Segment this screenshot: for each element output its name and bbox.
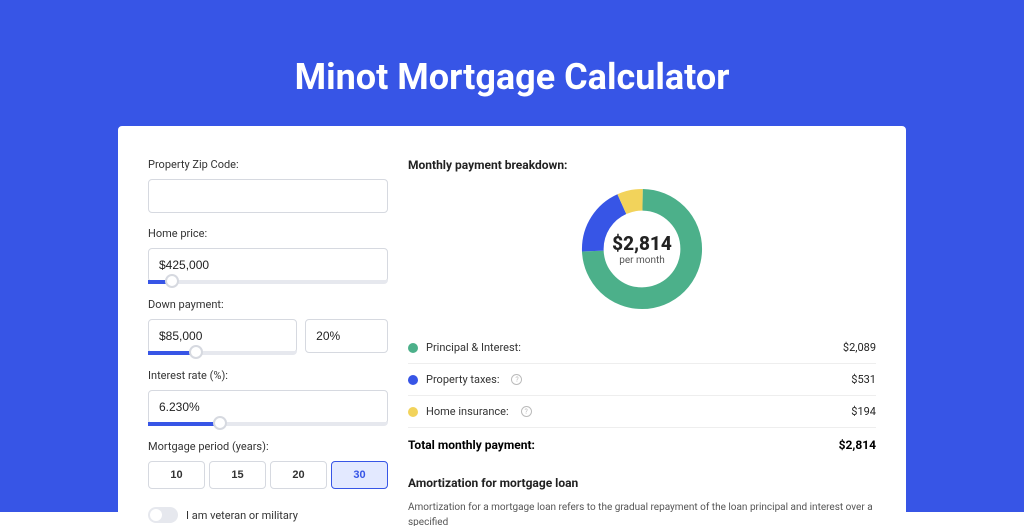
breakdown-panel: Monthly payment breakdown: $2,814 per mo…	[408, 158, 876, 526]
veteran-toggle[interactable]	[148, 507, 178, 523]
legend-value: $531	[851, 373, 876, 386]
info-icon[interactable]: ?	[521, 406, 532, 417]
legend-value: $194	[851, 405, 876, 418]
down-amount-input[interactable]	[148, 319, 297, 353]
legend-row-principal: Principal & Interest: $2,089	[408, 332, 876, 364]
rate-slider[interactable]	[148, 422, 388, 426]
price-input[interactable]	[148, 248, 388, 282]
period-btn-10[interactable]: 10	[148, 461, 205, 489]
price-label: Home price:	[148, 227, 388, 240]
breakdown-heading: Monthly payment breakdown:	[408, 158, 876, 172]
total-row: Total monthly payment: $2,814	[408, 428, 876, 466]
dot-icon-yellow	[408, 407, 418, 417]
form-panel: Property Zip Code: Home price: Down paym…	[148, 158, 388, 526]
down-slider[interactable]	[148, 351, 297, 355]
zip-input[interactable]	[148, 179, 388, 213]
donut-chart: $2,814 per month	[408, 184, 876, 314]
rate-input[interactable]	[148, 390, 388, 424]
period-btn-20[interactable]: 20	[270, 461, 327, 489]
legend-label: Principal & Interest:	[426, 341, 521, 354]
period-group: 10 15 20 30	[148, 461, 388, 489]
page-title: Minot Mortgage Calculator	[0, 0, 1024, 126]
rate-label: Interest rate (%):	[148, 369, 388, 382]
veteran-label: I am veteran or military	[186, 509, 298, 522]
amort-heading: Amortization for mortgage loan	[408, 476, 876, 490]
period-label: Mortgage period (years):	[148, 440, 388, 453]
hero-section: Minot Mortgage Calculator Property Zip C…	[0, 0, 1024, 512]
calculator-card: Property Zip Code: Home price: Down paym…	[118, 126, 906, 526]
total-label: Total monthly payment:	[408, 438, 535, 452]
period-btn-30[interactable]: 30	[331, 461, 388, 489]
legend-label: Home insurance:	[426, 405, 509, 418]
donut-center-sub: per month	[619, 255, 665, 266]
amort-text: Amortization for a mortgage loan refers …	[408, 500, 876, 526]
legend-value: $2,089	[843, 341, 876, 354]
dot-icon-green	[408, 343, 418, 353]
price-slider[interactable]	[148, 280, 388, 284]
legend-label: Property taxes:	[426, 373, 499, 386]
donut-center-value: $2,814	[612, 232, 672, 255]
zip-label: Property Zip Code:	[148, 158, 388, 171]
total-value: $2,814	[839, 438, 876, 452]
info-icon[interactable]: ?	[511, 374, 522, 385]
down-pct-input[interactable]	[305, 319, 388, 353]
dot-icon-blue	[408, 375, 418, 385]
legend-row-taxes: Property taxes: ? $531	[408, 364, 876, 396]
legend-row-insurance: Home insurance: ? $194	[408, 396, 876, 428]
period-btn-15[interactable]: 15	[209, 461, 266, 489]
down-label: Down payment:	[148, 298, 388, 311]
